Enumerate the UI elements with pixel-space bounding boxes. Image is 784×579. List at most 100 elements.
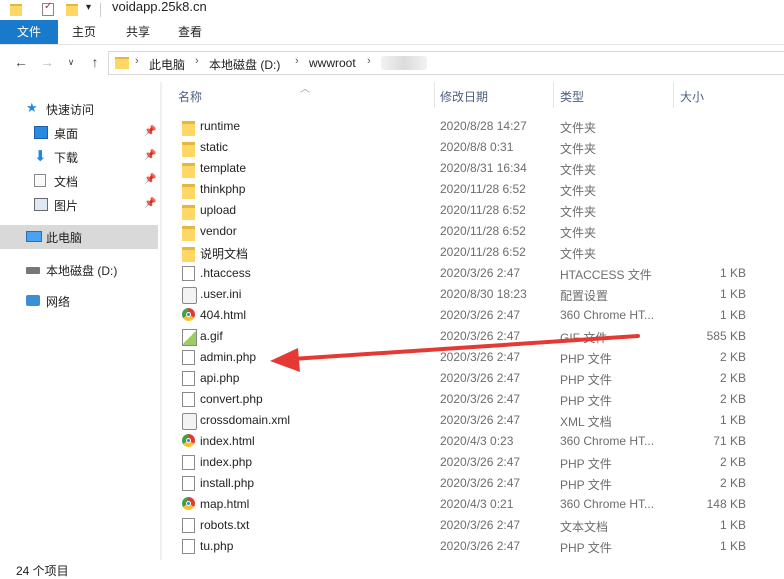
file-row[interactable]: upload 2020/11/28 6:52 文件夹 bbox=[170, 200, 750, 221]
crumb-wwwroot[interactable]: wwwroot bbox=[309, 56, 356, 70]
file-type: 文件夹 bbox=[560, 247, 597, 261]
file-row[interactable]: 404.html 2020/3/26 2:47 360 Chrome HT... 1 … bbox=[170, 305, 750, 326]
customize-dropdown-icon[interactable]: ▾ bbox=[86, 2, 91, 13]
file-date: 2020/8/8 0:31 bbox=[440, 140, 514, 154]
crumb-local-disk[interactable]: 本地磁盘 (D:) bbox=[209, 56, 280, 73]
file-name: 说明文档 bbox=[200, 247, 249, 261]
file-size: 2 KB bbox=[719, 371, 746, 385]
nav-item-pictures[interactable]: 图片 📌 bbox=[0, 193, 158, 217]
file-date: 2020/3/26 2:47 bbox=[440, 413, 521, 427]
doc-icon bbox=[182, 392, 195, 407]
file-date: 2020/3/26 2:47 bbox=[440, 308, 521, 322]
file-row[interactable]: a.gif 2020/3/26 2:47 GIF 文件 585 KB bbox=[170, 326, 750, 347]
file-row[interactable]: convert.php 2020/3/26 2:47 PHP 文件 2 KB bbox=[170, 389, 750, 410]
doc-icon bbox=[182, 350, 195, 365]
file-row[interactable]: 说明文档 2020/11/28 6:52 文件夹 bbox=[170, 242, 750, 263]
file-type: PHP 文件 bbox=[560, 373, 612, 387]
folder-icon bbox=[115, 57, 129, 69]
file-row[interactable]: template 2020/8/31 16:34 文件夹 bbox=[170, 158, 750, 179]
file-row[interactable]: thinkphp 2020/11/28 6:52 文件夹 bbox=[170, 179, 750, 200]
nav-label: 快速访问 bbox=[46, 103, 95, 117]
pin-icon[interactable]: 📌 bbox=[144, 126, 156, 137]
file-name: a.gif bbox=[200, 329, 223, 343]
properties-icon[interactable]: ✓ bbox=[42, 1, 54, 16]
title-bar: ✓ ▾ voidapp.25k8.cn bbox=[0, 0, 784, 20]
file-date: 2020/3/26 2:47 bbox=[440, 266, 521, 280]
file-name: .htaccess bbox=[200, 266, 251, 280]
file-row[interactable]: .user.ini 2020/8/30 18:23 配置设置 1 KB bbox=[170, 284, 750, 305]
tab-home[interactable]: 主页 bbox=[62, 20, 106, 44]
chevron-right-icon[interactable]: › bbox=[367, 55, 371, 67]
file-type: PHP 文件 bbox=[560, 394, 612, 408]
file-date: 2020/11/28 6:52 bbox=[440, 245, 526, 259]
nav-this-pc[interactable]: 此电脑 bbox=[0, 225, 158, 249]
folder-icon bbox=[182, 247, 195, 262]
file-row[interactable]: tu.php 2020/3/26 2:47 PHP 文件 1 KB bbox=[170, 536, 750, 557]
crumb-this-pc[interactable]: 此电脑 bbox=[149, 56, 185, 73]
nav-quick-access[interactable]: ★ 快速访问 bbox=[0, 97, 158, 121]
file-type: 文本文档 bbox=[560, 520, 609, 534]
forward-arrow-icon[interactable]: → bbox=[38, 53, 56, 71]
folder-icon[interactable] bbox=[10, 4, 22, 16]
file-row[interactable]: install.php 2020/3/26 2:47 PHP 文件 2 KB bbox=[170, 473, 750, 494]
file-type: PHP 文件 bbox=[560, 541, 612, 555]
file-size: 1 KB bbox=[719, 413, 746, 427]
file-type: PHP 文件 bbox=[560, 352, 612, 366]
nav-label: 此电脑 bbox=[46, 231, 83, 245]
address-row: ← → ∨ ↑ › 此电脑 › 本地磁盘 (D:) › wwwroot › bbox=[0, 45, 784, 81]
tab-share[interactable]: 共享 bbox=[116, 20, 160, 44]
address-bar[interactable]: › 此电脑 › 本地磁盘 (D:) › wwwroot › bbox=[108, 51, 784, 75]
file-type: 配置设置 bbox=[560, 289, 609, 303]
file-row[interactable]: static 2020/8/8 0:31 文件夹 bbox=[170, 137, 750, 158]
chevron-right-icon[interactable]: › bbox=[135, 55, 139, 67]
doc-icon bbox=[182, 455, 195, 470]
file-type: 360 Chrome HT... bbox=[560, 497, 655, 511]
nav-label: 本地磁盘 (D:) bbox=[46, 264, 118, 278]
file-name: tu.php bbox=[200, 539, 234, 553]
back-arrow-icon[interactable]: ← bbox=[12, 53, 30, 71]
chevron-right-icon[interactable]: › bbox=[195, 55, 199, 67]
file-size: 1 KB bbox=[719, 518, 746, 532]
chrome-icon bbox=[182, 434, 195, 447]
navigation-pane: ★ 快速访问 桌面 📌 ⬇ 下载 📌 文档 📌 图片 📌 此电脑 本地磁盘 (D… bbox=[0, 82, 160, 560]
folder-icon bbox=[182, 121, 195, 136]
tab-view[interactable]: 查看 bbox=[168, 20, 212, 44]
file-row[interactable]: crossdomain.xml 2020/3/26 2:47 XML 文档 1 KB bbox=[170, 410, 750, 431]
nav-network[interactable]: 网络 bbox=[0, 289, 158, 313]
file-type: PHP 文件 bbox=[560, 478, 612, 492]
pane-divider[interactable] bbox=[160, 82, 162, 560]
file-type: 文件夹 bbox=[560, 205, 597, 219]
new-folder-icon[interactable] bbox=[66, 4, 78, 16]
file-name: thinkphp bbox=[200, 182, 246, 196]
file-row[interactable]: runtime 2020/8/28 14:27 文件夹 bbox=[170, 116, 750, 137]
nav-item-downloads[interactable]: ⬇ 下载 📌 bbox=[0, 145, 158, 169]
file-row[interactable]: index.html 2020/4/3 0:23 360 Chrome HT... 7… bbox=[170, 431, 750, 452]
nav-item-documents[interactable]: 文档 📌 bbox=[0, 169, 158, 193]
file-size: 585 KB bbox=[706, 329, 746, 343]
file-row[interactable]: vendor 2020/11/28 6:52 文件夹 bbox=[170, 221, 750, 242]
file-row[interactable]: map.html 2020/4/3 0:21 360 Chrome HT... 148… bbox=[170, 494, 750, 515]
file-row[interactable]: admin.php 2020/3/26 2:47 PHP 文件 2 KB bbox=[170, 347, 750, 368]
file-date: 2020/3/26 2:47 bbox=[440, 371, 521, 385]
pin-icon[interactable]: 📌 bbox=[144, 174, 156, 185]
nav-local-disk[interactable]: 本地磁盘 (D:) bbox=[0, 258, 158, 282]
nav-label: 文档 bbox=[54, 175, 79, 189]
tab-file[interactable]: 文件 bbox=[0, 20, 58, 44]
pin-icon[interactable]: 📌 bbox=[144, 150, 156, 161]
recent-dropdown-icon[interactable]: ∨ bbox=[62, 53, 80, 71]
up-arrow-icon[interactable]: ↑ bbox=[86, 53, 104, 71]
pin-icon[interactable]: 📌 bbox=[144, 198, 156, 209]
chevron-right-icon[interactable]: › bbox=[295, 55, 299, 67]
nav-item-desktop[interactable]: 桌面 📌 bbox=[0, 121, 158, 145]
file-name: index.html bbox=[200, 434, 255, 448]
file-row[interactable]: api.php 2020/3/26 2:47 PHP 文件 2 KB bbox=[170, 368, 750, 389]
qa-separator bbox=[100, 3, 101, 17]
file-row[interactable]: .htaccess 2020/3/26 2:47 HTACCESS 文件 1 KB bbox=[170, 263, 750, 284]
file-type: 文件夹 bbox=[560, 184, 597, 198]
file-type: XML 文档 bbox=[560, 415, 612, 429]
file-row[interactable]: index.php 2020/3/26 2:47 PHP 文件 2 KB bbox=[170, 452, 750, 473]
file-name: static bbox=[200, 140, 229, 154]
file-row[interactable]: robots.txt 2020/3/26 2:47 文本文档 1 KB bbox=[170, 515, 750, 536]
window-title: voidapp.25k8.cn bbox=[112, 0, 207, 14]
file-size: 1 KB bbox=[719, 308, 746, 322]
